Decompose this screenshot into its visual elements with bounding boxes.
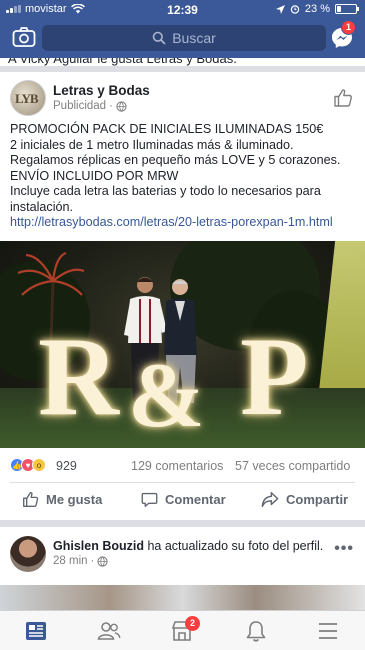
tab-bar [0,610,365,650]
post-line: PROMOCIÓN PACK DE INICIALES ILUMINADAS 1… [10,122,324,136]
meta-separator: · [90,555,95,567]
friends-icon[interactable] [97,619,121,643]
reactions-count[interactable]: 929 [56,459,77,473]
battery-icon [335,4,359,14]
like-outline-icon[interactable] [333,88,353,108]
sponsored-label: Publicidad [53,100,107,112]
share-icon [261,492,279,507]
like-label: Me gusta [46,492,103,507]
post-link[interactable]: http://letrasybodas.com/letras/20-letras… [10,215,360,231]
search-icon [152,31,166,45]
comment-icon [141,492,158,507]
wow-reaction-icon: o [32,458,46,472]
location-icon [275,4,285,14]
comment-label: Comentar [165,492,226,507]
like-icon [23,492,39,507]
camera-icon[interactable] [12,26,36,48]
shares-count[interactable]: 57 veces compartido [235,459,350,473]
bell-icon[interactable] [244,619,268,643]
photo-letter-ampersand: & [128,344,205,446]
story-time[interactable]: 28 min [53,555,88,567]
meta-separator: · [109,100,113,112]
post-author[interactable]: Letras y Bodas [53,83,150,98]
status-right: 23 % [275,3,359,15]
post-photo[interactable]: R & P [0,241,365,448]
comments-count[interactable]: 129 comentarios [131,459,223,473]
post-line: ENVÍO INCLUIDO POR MRW [10,168,179,183]
story-headline: Ghislen Bouzid ha actualizado su foto de… [53,539,328,553]
messenger-badge: 1 [341,20,356,35]
post-text: PROMOCIÓN PACK DE INICIALES ILUMINADAS 1… [10,122,360,231]
post-line: Incluye cada letra las baterias y todo l… [10,184,321,198]
story-action: ha actualizado su foto del perfil. [143,539,324,553]
news-feed-icon[interactable] [24,619,48,643]
post-line: instalación. [10,199,74,214]
profile-update-post: Ghislen Bouzid ha actualizado su foto de… [0,527,365,615]
globe-icon [97,555,109,567]
divider [10,482,355,483]
engagement-counts: 👍 ♥ o 929 129 comentarios 57 veces compa… [0,452,365,478]
previous-story-sliver: A Vicky Aguilar le gusta Letras y Bodas. [0,58,365,66]
menu-icon[interactable] [316,619,340,643]
more-icon[interactable]: ••• [334,540,354,558]
photo-letter-right: P [240,315,309,439]
search-placeholder: Buscar [172,30,216,46]
previous-story-text: A Vicky Aguilar le gusta Letras y Bodas. [8,58,237,66]
top-bar: movistar 12:39 23 % Buscar 1 [0,0,365,58]
post-line: Regalamos réplicas en pequeño más LOVE y… [10,153,341,167]
story-author[interactable]: Ghislen Bouzid [53,539,144,553]
post-actions: Me gusta Comentar Compartir [0,485,365,515]
page-avatar[interactable]: LYB [10,80,46,116]
reaction-icons[interactable]: 👍 ♥ o [10,458,46,472]
like-button[interactable]: Me gusta [22,491,102,508]
status-bar: movistar 12:39 23 % [0,0,365,18]
post-meta: Publicidad · [53,100,127,112]
comment-button[interactable]: Comentar [141,491,226,508]
share-button[interactable]: Compartir [261,491,348,508]
sponsored-post: LYB Letras y Bodas Publicidad · PROMOCIÓ… [0,72,365,520]
alarm-icon [290,5,300,14]
story-meta: 28 min · [53,555,109,567]
photo-letter-left: R [38,315,119,439]
search-input[interactable]: Buscar [42,25,326,51]
marketplace-badge: 2 [185,616,200,631]
share-label: Compartir [286,492,349,507]
globe-icon [116,100,127,112]
battery-percent: 23 % [304,3,330,15]
post-line: 2 iniciales de 1 metro Iluminadas más & … [10,137,294,152]
user-avatar[interactable] [10,536,46,572]
